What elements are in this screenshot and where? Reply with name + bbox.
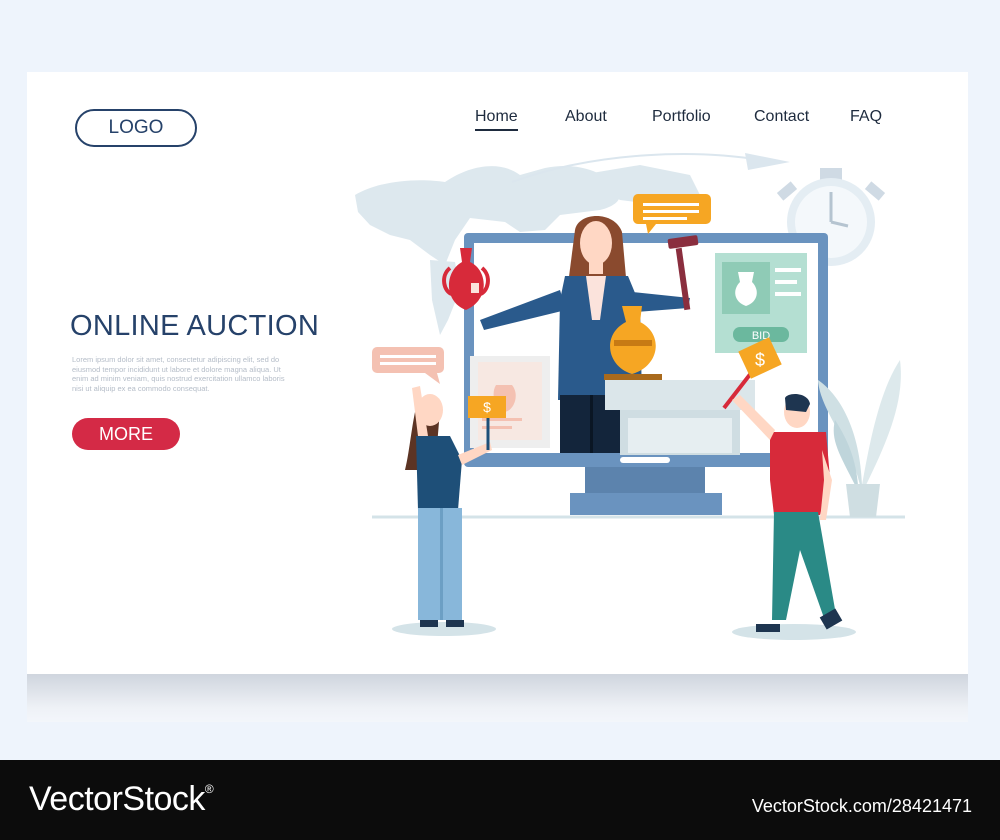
hero-title: ONLINE AUCTION — [70, 310, 320, 342]
nav-home[interactable]: Home — [475, 108, 518, 131]
podium — [605, 380, 755, 455]
footer-bar: VectorStock® VectorStock.com/28421471 — [0, 760, 1000, 840]
auction-illustration: BID $ $ — [355, 153, 905, 640]
brand-name: VectorStock — [29, 780, 205, 818]
nav-about[interactable]: About — [565, 108, 607, 126]
arrow-head-icon — [745, 153, 790, 170]
brand-wordmark: VectorStock® — [29, 780, 214, 819]
bid-panel: BID — [715, 253, 807, 353]
currency-symbol: $ — [755, 350, 765, 370]
plant-icon — [818, 360, 901, 517]
currency-symbol-left: $ — [483, 399, 491, 415]
card-shadow — [27, 674, 968, 722]
nav-faq[interactable]: FAQ — [850, 108, 882, 126]
stock-id-link[interactable]: VectorStock.com/28421471 — [752, 796, 972, 817]
registered-mark: ® — [204, 782, 214, 796]
speech-bubble-left-icon — [372, 347, 444, 384]
nav-portfolio[interactable]: Portfolio — [652, 108, 711, 126]
logo-button[interactable]: LOGO — [75, 109, 197, 147]
speech-bubble-icon — [633, 194, 711, 234]
nav-contact[interactable]: Contact — [754, 108, 809, 126]
more-button[interactable]: MORE — [72, 418, 180, 450]
hero-description: Lorem ipsum dolor sit amet, consectetur … — [72, 355, 285, 393]
